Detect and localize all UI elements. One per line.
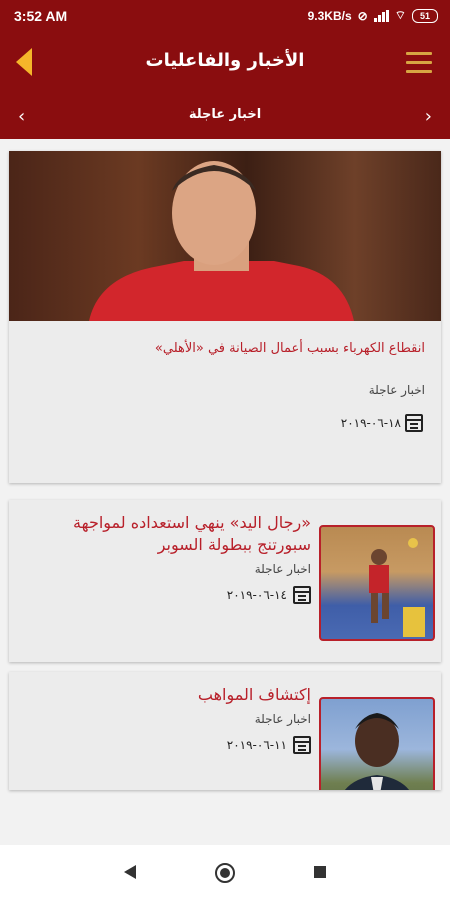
news-text: إكتشاف المواهب اخبار عاجلة ١١-٠٦-٢٠١٩: [21, 684, 311, 754]
date-text: ١١-٠٦-٢٠١٩: [226, 738, 287, 752]
calendar-icon: [293, 736, 311, 754]
news-headline[interactable]: إكتشاف المواهب: [21, 684, 311, 706]
featured-news-image: [9, 151, 441, 321]
network-speed: 9.3KB/s: [307, 8, 352, 23]
nav-back-icon[interactable]: [124, 865, 136, 879]
news-headline[interactable]: «رجال اليد» ينهي استعداده لمواجهة سبورتن…: [21, 512, 311, 556]
nav-recents-icon[interactable]: [314, 866, 326, 878]
hamburger-menu-icon[interactable]: [406, 52, 432, 79]
news-thumbnail: [319, 697, 435, 790]
news-date: ١١-٠٦-٢٠١٩: [21, 736, 311, 754]
status-bar: 3:52 AM 9.3KB/s ⊘ ⌔ 51: [0, 0, 450, 33]
featured-headline[interactable]: انقطاع الكهرباء بسبب أعمال الصيانة في «ا…: [25, 341, 425, 356]
signal-icon: [373, 9, 389, 22]
calendar-icon: [293, 586, 311, 604]
category-switcher: ‹ اخبار عاجلة ›: [0, 93, 450, 139]
featured-news-card[interactable]: انقطاع الكهرباء بسبب أعمال الصيانة في «ا…: [9, 151, 441, 483]
battery-icon: 51: [412, 8, 438, 23]
calendar-icon: [405, 414, 423, 432]
featured-category: اخبار عاجلة: [368, 383, 425, 397]
category-label: اخبار عاجلة: [188, 107, 262, 122]
wifi-icon: ⌔: [394, 8, 406, 22]
system-nav-bar: [0, 845, 450, 900]
nav-home-icon[interactable]: [215, 863, 235, 883]
app-bar: الأخبار والفاعليات: [0, 33, 450, 93]
news-text: «رجال اليد» ينهي استعداده لمواجهة سبورتن…: [21, 512, 311, 604]
news-list-item[interactable]: إكتشاف المواهب اخبار عاجلة ١١-٠٦-٢٠١٩: [9, 672, 441, 790]
status-icons: 9.3KB/s ⊘ ⌔ 51: [308, 8, 438, 23]
date-text: ١٨-٠٦-٢٠١٩: [340, 416, 401, 430]
news-category: اخبار عاجلة: [254, 562, 311, 576]
status-time: 3:52 AM: [14, 8, 68, 24]
page-title: الأخبار والفاعليات: [145, 50, 305, 71]
news-list-item[interactable]: «رجال اليد» ينهي استعداده لمواجهة سبورتن…: [9, 500, 441, 662]
alarm-off-icon: ⊘: [357, 8, 368, 23]
news-thumbnail: [319, 525, 435, 641]
date-text: ١٤-٠٦-٢٠١٩: [226, 588, 287, 602]
featured-date: ١٨-٠٦-٢٠١٩: [341, 414, 423, 432]
news-date: ١٤-٠٦-٢٠١٩: [21, 586, 311, 604]
chevron-right-icon[interactable]: ›: [425, 106, 432, 127]
news-category: اخبار عاجلة: [254, 712, 311, 726]
